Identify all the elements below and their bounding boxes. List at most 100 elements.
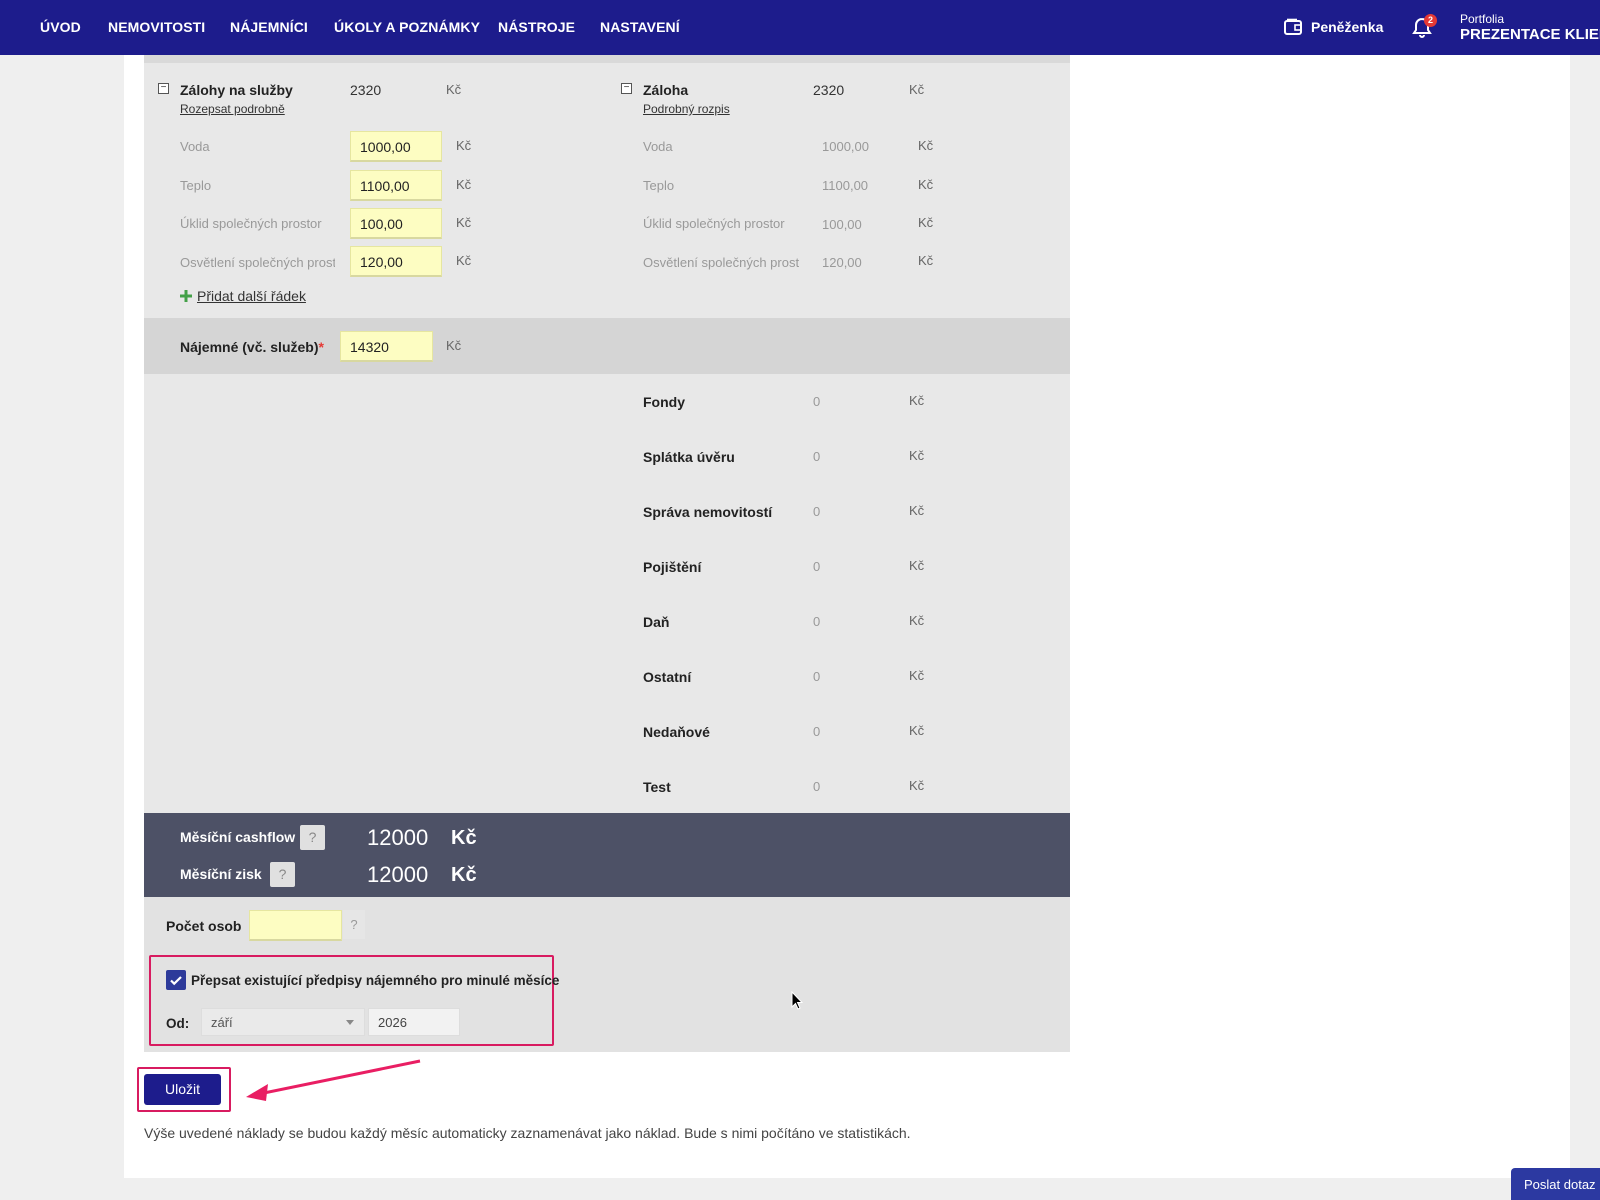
cost-unit: Kč — [909, 668, 925, 683]
collapse-right-icon[interactable]: − — [621, 83, 632, 94]
rent-label: Nájemné (vč. služeb)* — [180, 339, 324, 355]
left-row-unit: Kč — [456, 138, 472, 153]
cost-unit: Kč — [909, 613, 925, 628]
right-row-label: Úklid společných prostor — [643, 216, 785, 231]
nav-item-nastroje[interactable]: NÁSTROJE — [498, 19, 575, 35]
cashflow-label: Měsíční cashflow — [180, 829, 296, 845]
cost-label: Fondy — [643, 394, 685, 410]
left-total-unit: Kč — [446, 82, 462, 97]
left-total: 2320 — [350, 82, 382, 98]
chevron-down-icon — [346, 1020, 354, 1025]
cost-label: Test — [643, 779, 671, 795]
plus-icon — [180, 290, 192, 302]
nav-item-nemovitosti[interactable]: NEMOVITOSTI — [108, 19, 205, 35]
collapse-left-icon[interactable]: − — [158, 83, 169, 94]
cost-value: 0 — [813, 779, 821, 794]
add-row-button[interactable]: Přidat další řádek — [180, 288, 306, 304]
send-question-tab[interactable]: Poslat dotaz — [1511, 1168, 1600, 1200]
cashflow-help-button[interactable]: ? — [300, 825, 325, 850]
cost-value: 0 — [813, 669, 821, 684]
month-select[interactable]: září — [201, 1008, 365, 1036]
cost-value: 0 — [813, 559, 821, 574]
annotation-arrow-icon — [246, 1059, 421, 1101]
left-row-label: Úklid společných prostor — [180, 216, 322, 231]
right-row-label: Osvětlení společných prostor — [643, 255, 799, 270]
checkmark-icon — [170, 976, 182, 986]
wallet-icon — [1284, 18, 1302, 35]
left-row-label: Teplo — [180, 178, 212, 193]
overwrite-checkbox[interactable] — [166, 970, 186, 990]
cost-label: Správa nemovitostí — [643, 504, 773, 520]
right-row-value: 120,00 — [822, 255, 862, 270]
right-row-value: 1000,00 — [822, 139, 869, 154]
cost-label: Nedaňové — [643, 724, 710, 740]
right-row-label: Teplo — [643, 178, 675, 193]
rent-unit: Kč — [446, 338, 462, 353]
nav-item-najemnici[interactable]: NÁJEMNÍCI — [230, 19, 308, 35]
persons-input[interactable] — [249, 910, 342, 941]
persons-label: Počet osob — [166, 918, 242, 934]
wallet-link[interactable]: Peněženka — [1283, 17, 1383, 37]
panel-top-strip — [144, 55, 1070, 63]
left-row-label: Voda — [180, 139, 210, 154]
cost-label: Daň — [643, 614, 670, 630]
top-navbar: ÚVOD NEMOVITOSTI NÁJEMNÍCI ÚKOLY A POZNÁ… — [0, 0, 1600, 55]
left-row-input[interactable]: 1000,00 — [350, 131, 442, 162]
right-row-unit: Kč — [918, 215, 934, 230]
left-detail-link[interactable]: Rozepsat podrobně — [180, 102, 285, 116]
wallet-label: Peněženka — [1311, 19, 1384, 35]
profit-value: 12000 — [367, 862, 429, 887]
cost-unit: Kč — [909, 558, 925, 573]
cashflow-unit: Kč — [451, 827, 477, 849]
nav-item-nastaveni[interactable]: NASTAVENÍ — [600, 19, 680, 35]
cost-unit: Kč — [909, 503, 925, 518]
right-row-unit: Kč — [918, 138, 934, 153]
left-row-input[interactable]: 100,00 — [350, 208, 442, 239]
cost-label: Ostatní — [643, 669, 692, 685]
portfolio-label: Portfolia — [1460, 12, 1505, 26]
left-row-unit: Kč — [456, 215, 472, 230]
rent-input[interactable]: 14320 — [340, 331, 433, 362]
nav-item-uvod[interactable]: ÚVOD — [40, 19, 81, 35]
left-row-label: Osvětlení společných prostor — [180, 255, 335, 270]
from-label: Od: — [166, 1016, 190, 1031]
cost-unit: Kč — [909, 448, 925, 463]
right-section-title: Záloha — [643, 82, 689, 98]
month-value: září — [211, 1015, 233, 1030]
cost-value: 0 — [813, 504, 821, 519]
footnote-text: Výše uvedené náklady se budou každý měsí… — [144, 1125, 911, 1141]
nav-item-ukoly[interactable]: ÚKOLY A POZNÁMKY — [334, 19, 480, 35]
profit-label: Měsíční zisk — [180, 866, 262, 882]
notification-badge: 2 — [1424, 14, 1437, 27]
left-row-unit: Kč — [456, 177, 472, 192]
left-row-input[interactable]: 120,00 — [350, 246, 442, 277]
cost-value: 0 — [813, 449, 821, 464]
cost-label: Splátka úvěru — [643, 449, 735, 465]
left-row-unit: Kč — [456, 253, 472, 268]
cost-value: 0 — [813, 724, 821, 739]
cashflow-value: 12000 — [367, 825, 429, 850]
add-row-label: Přidat další řádek — [197, 288, 306, 304]
profit-unit: Kč — [451, 864, 477, 886]
cost-unit: Kč — [909, 778, 925, 793]
right-row-value: 1100,00 — [822, 178, 869, 193]
cost-unit: Kč — [909, 393, 925, 408]
right-row-value: 100,00 — [822, 217, 862, 232]
cost-value: 0 — [813, 394, 821, 409]
cost-value: 0 — [813, 614, 821, 629]
left-row-input[interactable]: 1100,00 — [350, 170, 442, 201]
right-total: 2320 — [813, 82, 845, 98]
left-section-title: Zálohy na služby — [180, 82, 293, 98]
cost-label: Pojištění — [643, 559, 702, 575]
persons-help-button[interactable]: ? — [343, 910, 365, 939]
year-input[interactable]: 2026 — [368, 1008, 460, 1036]
portfolio-selector[interactable]: PREZENTACE KLIENTI — [1460, 26, 1600, 43]
save-button[interactable]: Uložit — [144, 1074, 221, 1105]
right-row-unit: Kč — [918, 253, 934, 268]
profit-help-button[interactable]: ? — [270, 862, 295, 887]
mouse-cursor-icon — [791, 991, 803, 1010]
cost-unit: Kč — [909, 723, 925, 738]
right-row-label: Voda — [643, 139, 673, 154]
right-detail-link[interactable]: Podrobný rozpis — [643, 102, 730, 116]
right-total-unit: Kč — [909, 82, 925, 97]
